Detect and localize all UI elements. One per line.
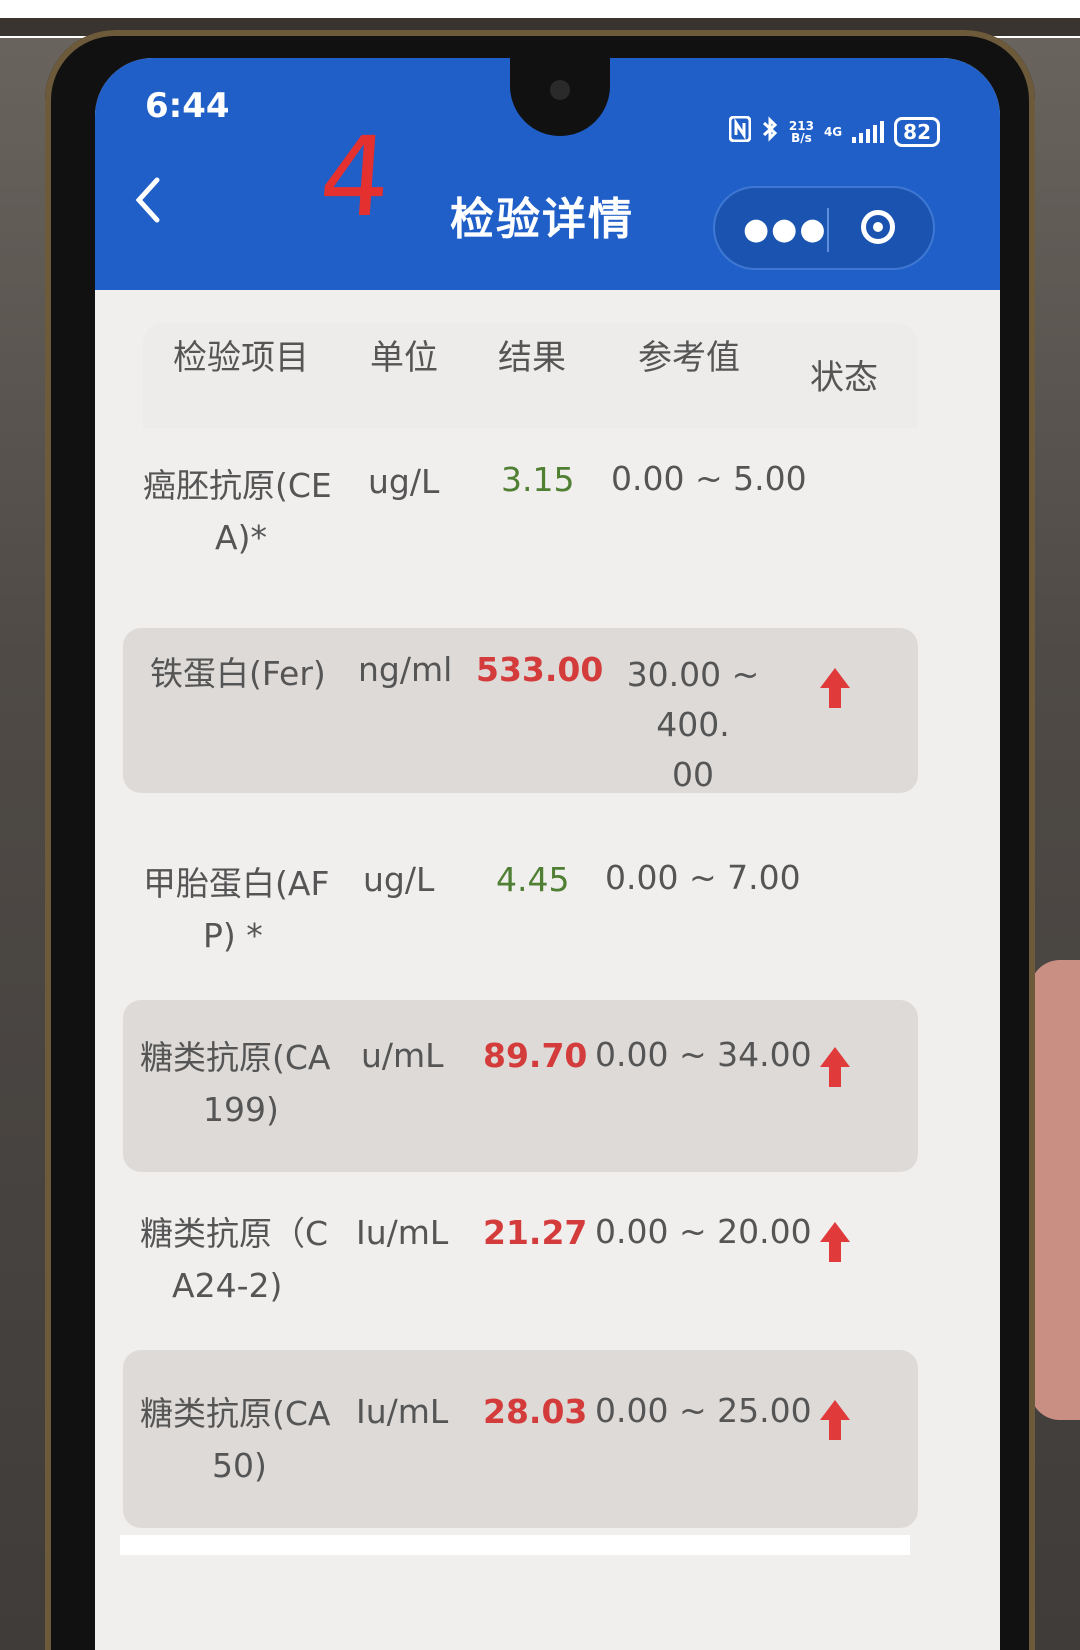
item-name-line1: 糖类抗原(CA (140, 1394, 331, 1433)
item-reference-line1: 30.00 ~ 400. (626, 655, 760, 744)
bluetooth-icon (761, 116, 779, 147)
item-name-line1: 癌胚抗原(CE (143, 466, 332, 505)
item-name: 铁蛋白(Fer) (150, 654, 326, 693)
back-icon[interactable] (131, 176, 163, 224)
item-name: 癌胚抗原(CE A)* (143, 460, 358, 564)
arrow-up-icon (820, 1400, 850, 1440)
table-row[interactable]: 铁蛋白(Fer) ng/ml 533.00 30.00 ~ 400. 00 (123, 628, 918, 794)
item-unit: Iu/mL (356, 1213, 449, 1252)
item-reference: 0.00 ~ 7.00 (605, 858, 801, 897)
page-title: 检验详情 (450, 194, 634, 245)
item-name-line2: P) * (203, 916, 263, 955)
item-name-line1: 糖类抗原（C (140, 1214, 329, 1253)
item-reference: 0.00 ~ 34.00 (595, 1035, 812, 1074)
network-type: 4G (823, 124, 843, 139)
item-unit: ng/ml (358, 650, 453, 689)
header-unit: 单位 (370, 338, 438, 378)
item-reference: 0.00 ~ 25.00 (595, 1391, 812, 1430)
arrow-up-icon (820, 1222, 850, 1262)
camera-notch (510, 58, 610, 136)
item-result: 4.45 (496, 860, 570, 899)
header-item: 检验项目 (173, 338, 309, 378)
item-name-line2: 199) (203, 1090, 279, 1129)
item-unit: Iu/mL (356, 1392, 449, 1431)
item-name-line2: A24-2) (172, 1266, 283, 1305)
signal-icon (852, 120, 885, 143)
item-unit: ug/L (363, 860, 435, 899)
arrow-up-icon (820, 1047, 850, 1087)
item-name-line2: 50) (212, 1446, 267, 1485)
item-result: 28.03 (483, 1392, 588, 1431)
item-name: 糖类抗原（C A24-2) (140, 1208, 355, 1312)
camera-icon (550, 80, 570, 100)
table-row[interactable]: 甲胎蛋白(AF P) * ug/L 4.45 0.00 ~ 7.00 (123, 833, 918, 993)
mini-program-capsule: ●●● (713, 186, 935, 270)
item-name-line1: 糖类抗原(CA (140, 1038, 331, 1077)
item-name: 糖类抗原(CA 50) (140, 1388, 355, 1492)
header-reference: 参考值 (638, 338, 740, 378)
battery-icon: 82 (894, 116, 940, 147)
item-reference: 0.00 ~ 20.00 (595, 1212, 812, 1251)
item-result: 3.15 (501, 460, 575, 499)
item-reference: 0.00 ~ 5.00 (611, 459, 807, 498)
photo-background: 6:44 213 B/s 4G 82 4 检验详情 ●●● 检验项目 单位 结果… (0, 0, 1080, 1650)
item-result: 21.27 (483, 1213, 588, 1252)
item-name-line2: A)* (215, 518, 267, 557)
capsule-divider (827, 208, 829, 252)
bottom-border (120, 1535, 910, 1555)
item-name-line1: 甲胎蛋白(AF (143, 864, 330, 903)
item-result: 533.00 (476, 650, 604, 689)
nfc-icon (728, 115, 752, 147)
net-speed: 213 B/s (789, 120, 814, 144)
table-row[interactable]: 糖类抗原（C A24-2) Iu/mL 21.27 0.00 ~ 20.00 (123, 1180, 918, 1345)
arrow-up-icon (820, 668, 850, 708)
header-result: 结果 (498, 338, 566, 378)
more-dots-icon[interactable]: ●●● (743, 212, 828, 247)
net-speed-unit: B/s (791, 130, 812, 145)
table-row[interactable]: 癌胚抗原(CE A)* ug/L 3.15 0.00 ~ 5.00 (123, 440, 918, 600)
item-name: 甲胎蛋白(AF P) * (143, 858, 358, 962)
status-icons: 213 B/s 4G 82 (728, 115, 940, 147)
item-reference-line2: 00 (672, 755, 714, 794)
table-row[interactable]: 糖类抗原(CA 199) u/mL 89.70 0.00 ~ 34.00 (123, 1000, 918, 1172)
handwritten-annotation: 4 (315, 113, 395, 241)
target-icon[interactable] (861, 210, 895, 244)
finger (1030, 960, 1080, 1420)
item-unit: ug/L (368, 462, 440, 501)
table-row[interactable]: 糖类抗原(CA 50) Iu/mL 28.03 0.00 ~ 25.00 (123, 1350, 918, 1528)
item-reference: 30.00 ~ 400. 00 (598, 650, 788, 800)
header-status: 状态 (810, 358, 878, 398)
item-unit: u/mL (361, 1036, 444, 1075)
item-name: 糖类抗原(CA 199) (140, 1032, 355, 1136)
app-header: 6:44 213 B/s 4G 82 4 检验详情 ●●● (95, 58, 1000, 290)
phone-screen: 6:44 213 B/s 4G 82 4 检验详情 ●●● 检验项目 单位 结果… (95, 58, 1000, 1650)
status-time: 6:44 (145, 86, 230, 126)
item-result: 89.70 (483, 1036, 588, 1075)
